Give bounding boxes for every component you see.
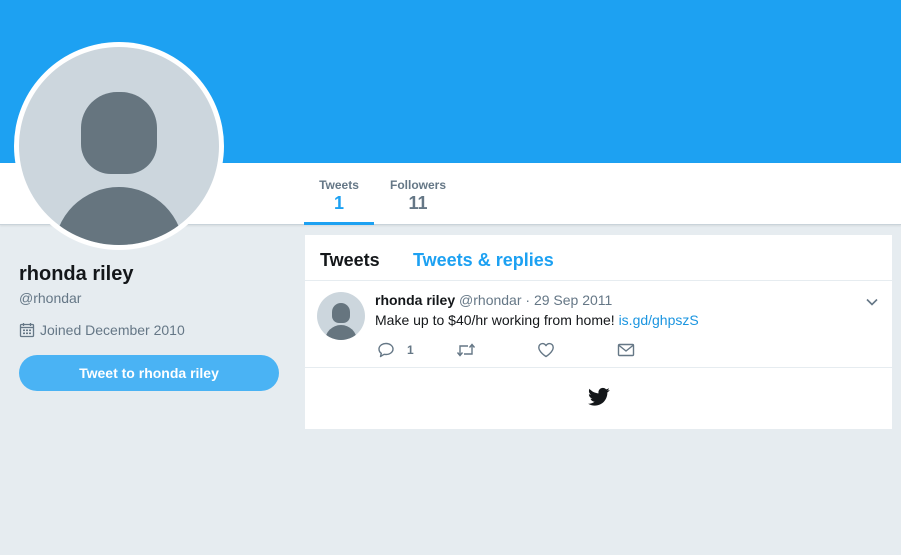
- retweet-button[interactable]: [456, 342, 476, 358]
- retweet-icon: [456, 343, 476, 357]
- nav-tweets-count: 1: [333, 193, 344, 213]
- twitter-bird-icon: [588, 387, 610, 412]
- nav-followers[interactable]: Followers 11: [384, 163, 452, 225]
- avatar-head-shape: [81, 92, 157, 174]
- like-button[interactable]: [537, 342, 555, 358]
- profile-name[interactable]: rhonda riley: [19, 263, 133, 286]
- envelope-icon: [617, 343, 635, 357]
- tab-tweets-and-replies[interactable]: Tweets & replies: [413, 250, 554, 271]
- tweet-item[interactable]: rhonda riley @rhondar · 29 Sep 2011 Make…: [305, 282, 892, 368]
- tweet-meta[interactable]: @rhondar · 29 Sep 2011: [459, 292, 612, 308]
- nav-followers-label: Followers: [389, 178, 446, 192]
- tweet-link[interactable]: is.gd/ghpszS: [619, 312, 699, 328]
- timeline: Tweets Tweets & replies rhonda riley @rh…: [305, 235, 892, 429]
- nav-tweets-label: Tweets: [319, 178, 359, 192]
- joined-text: Joined December 2010: [40, 322, 185, 338]
- reply-icon: [378, 342, 394, 358]
- tweet-author-name[interactable]: rhonda riley: [375, 292, 455, 308]
- tab-tweets[interactable]: Tweets: [320, 250, 380, 271]
- avatar-body-shape: [325, 325, 357, 340]
- nav-tweets[interactable]: Tweets 1: [304, 163, 374, 225]
- tweet-text: Make up to $40/hr working from home! is.…: [375, 312, 699, 328]
- tweet-avatar[interactable]: [317, 292, 365, 340]
- reply-count: 1: [407, 343, 414, 357]
- avatar-body-shape: [54, 187, 184, 245]
- reply-button[interactable]: 1: [377, 342, 414, 358]
- default-avatar-image: [19, 47, 219, 245]
- tweet-to-button[interactable]: Tweet to rhonda riley: [19, 355, 279, 391]
- nav-followers-count: 11: [408, 193, 428, 213]
- direct-message-button[interactable]: [617, 342, 635, 358]
- tweet-header: rhonda riley @rhondar · 29 Sep 2011: [375, 292, 612, 308]
- tweet-actions: 1: [375, 342, 675, 362]
- avatar-head-shape: [332, 303, 350, 323]
- chevron-down-icon: [866, 298, 878, 306]
- heart-icon: [538, 342, 554, 358]
- tweet-body: Make up to $40/hr working from home!: [375, 312, 619, 328]
- profile-avatar[interactable]: [14, 42, 224, 250]
- joined-date: Joined December 2010: [19, 322, 185, 338]
- calendar-icon: [19, 323, 35, 338]
- tweet-menu-button[interactable]: [865, 294, 879, 312]
- timeline-tabs: Tweets Tweets & replies: [305, 235, 892, 281]
- profile-handle[interactable]: @rhondar: [19, 290, 81, 306]
